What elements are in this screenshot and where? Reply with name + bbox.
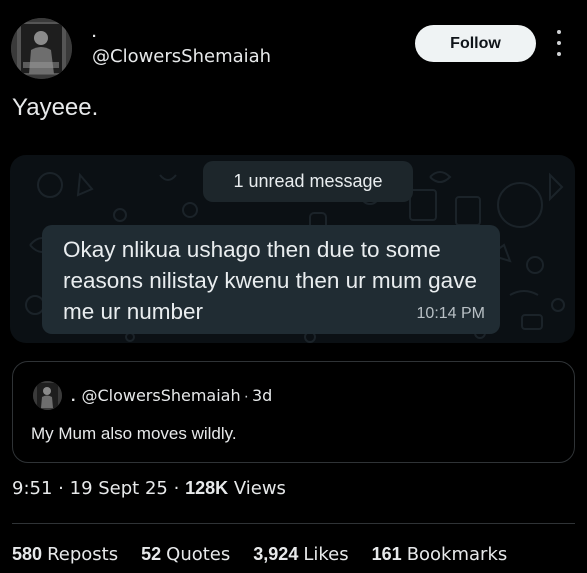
post-text: Yayeee. [12, 94, 99, 121]
quotes-count: 52 [141, 544, 162, 564]
likes-label: Likes [303, 544, 349, 565]
quotes-label: Quotes [166, 544, 231, 565]
post-detail: . @ClowersShemaiah Follow Yayeee. 1 unre… [0, 0, 587, 573]
post-time[interactable]: 9:51 [12, 478, 52, 499]
person-photo-icon [11, 18, 72, 79]
quoted-handle[interactable]: @ClowersShemaiah [81, 386, 240, 405]
reposts-count: 580 [12, 544, 43, 564]
engagement-stats: 580 Reposts 52 Quotes 3,924 Likes 161 Bo… [12, 544, 525, 565]
more-options-icon[interactable] [552, 30, 566, 56]
meta-separator: · [173, 478, 180, 499]
author-handle[interactable]: @ClowersShemaiah [92, 46, 271, 67]
quoted-author-avatar[interactable] [33, 381, 62, 410]
unread-message-pill: 1 unread message [203, 161, 413, 202]
quoted-display-name[interactable]: . [71, 388, 75, 405]
likes-stat[interactable]: 3,924 Likes [253, 544, 349, 565]
bookmarks-stat[interactable]: 161 Bookmarks [371, 544, 508, 565]
message-time: 10:14 PM [416, 305, 485, 322]
post-date[interactable]: 19 Sept 25 [70, 478, 168, 499]
author-avatar[interactable] [11, 18, 72, 79]
follow-button[interactable]: Follow [415, 25, 536, 62]
meta-separator: · [58, 478, 64, 499]
views-count: 128K [185, 478, 229, 498]
quoted-post[interactable]: . @ClowersShemaiah · 3d My Mum also moves w… [12, 361, 575, 463]
author-display-name[interactable]: . [92, 24, 96, 41]
quoted-post-text: My Mum also moves wildly. [31, 424, 237, 443]
views-label: Views [233, 478, 286, 499]
bookmarks-label: Bookmarks [406, 544, 508, 565]
quoted-post-meta: . @ClowersShemaiah · 3d [71, 386, 272, 406]
post-meta-line: 9:51 · 19 Sept 25 · 128K Views [12, 478, 286, 499]
quoted-age: 3d [251, 386, 273, 405]
divider [12, 523, 575, 524]
reposts-stat[interactable]: 580 Reposts [12, 544, 119, 565]
bookmarks-count: 161 [371, 544, 402, 564]
person-photo-icon [33, 381, 62, 410]
meta-separator: · [243, 388, 249, 405]
chat-screenshot-image[interactable]: 1 unread message Okay nlikua ushago then… [10, 155, 575, 343]
likes-count: 3,924 [253, 544, 299, 564]
reposts-label: Reposts [47, 544, 119, 565]
message-bubble: Okay nlikua ushago then due to some reas… [42, 225, 500, 334]
quotes-stat[interactable]: 52 Quotes [141, 544, 231, 565]
